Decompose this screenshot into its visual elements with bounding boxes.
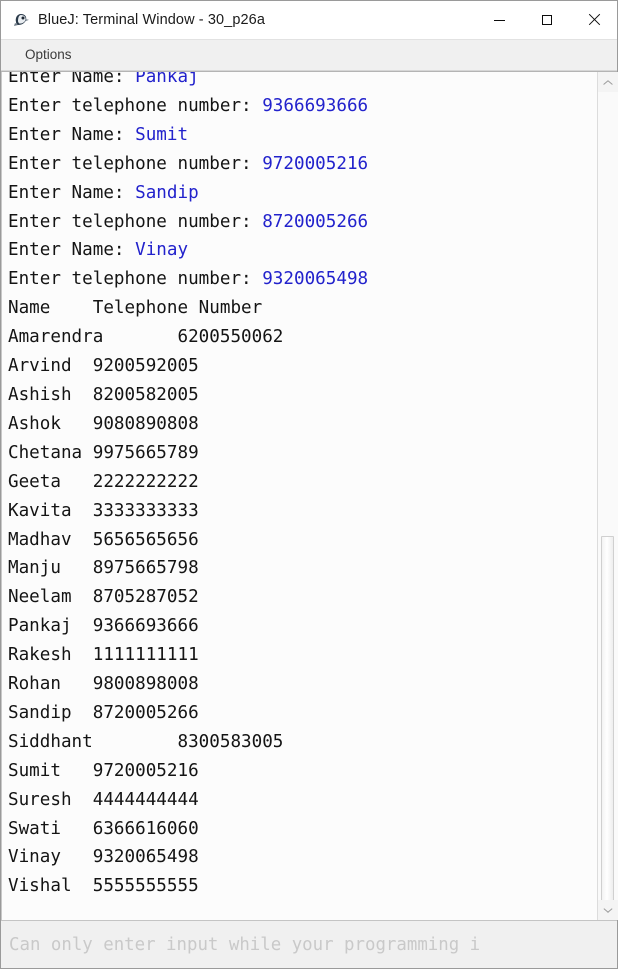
terminal-prompt: Enter Name: (8, 182, 136, 203)
table-row: Ashok 9080890808 (8, 413, 199, 434)
table-row: Rohan 9800898008 (8, 674, 199, 695)
scrollbar-track[interactable] (598, 92, 618, 908)
table-row: Manju 8975665798 (8, 558, 199, 579)
terminal-lines: Enter Name: Pankaj Enter telephone number… (8, 72, 597, 901)
table-row: Siddhant 8300583005 (8, 731, 284, 752)
minimize-button[interactable] (476, 1, 523, 39)
table-row: Kavita 3333333333 (8, 500, 199, 521)
terminal-user-input: Sandip (135, 182, 199, 203)
terminal-prompt: Enter telephone number: (8, 153, 263, 174)
window-title: BlueJ: Terminal Window - 30_p26a (38, 12, 265, 28)
table-header-row: Name Telephone Number (8, 298, 263, 319)
terminal-prompt: Enter telephone number: (8, 211, 263, 232)
terminal-prompt: Enter Name: (8, 72, 136, 87)
terminal-output[interactable]: Enter Name: Pankaj Enter telephone number… (1, 72, 597, 920)
table-row: Neelam 8705287052 (8, 587, 199, 608)
status-bar: Can only enter input while your programm… (1, 920, 617, 968)
terminal-user-input: Vinay (135, 240, 189, 261)
terminal-user-input: 9720005216 (262, 153, 369, 174)
terminal-prompt: Enter Name: (8, 124, 136, 145)
terminal-prompt: Enter Name: (8, 240, 136, 261)
table-row: Sumit 9720005216 (8, 760, 199, 781)
terminal-user-input: 9320065498 (262, 269, 369, 290)
table-row: Ashish 8200582005 (8, 384, 199, 405)
menu-item-options[interactable]: Options (16, 44, 81, 66)
terminal-user-input: Pankaj (135, 72, 199, 87)
table-row: Arvind 9200592005 (8, 356, 199, 377)
scroll-up-button[interactable] (598, 72, 618, 92)
chevron-up-icon (604, 80, 612, 85)
table-row: Chetana 9975665789 (8, 442, 199, 463)
terminal-window: BlueJ: Terminal Window - 30_p26a Options… (0, 0, 618, 969)
terminal-line: Enter telephone number: 9366693666 (8, 92, 597, 121)
close-button[interactable] (570, 1, 617, 39)
minimize-icon (494, 19, 505, 21)
terminal-prompt: Enter telephone number: (8, 269, 263, 290)
terminal-line: Enter telephone number: 9720005216 (8, 150, 597, 179)
terminal-line: Enter Name: Sandip (8, 179, 597, 208)
table-row: Rakesh 1111111111 (8, 645, 199, 666)
table-row: Pankaj 9366693666 (8, 616, 199, 637)
table-row: Vinay 9320065498 (8, 847, 199, 868)
scroll-down-button[interactable] (598, 900, 618, 920)
title-bar: BlueJ: Terminal Window - 30_p26a (1, 1, 617, 40)
scrollbar-thumb[interactable] (601, 536, 614, 908)
table-row: Suresh 4444444444 (8, 789, 199, 810)
table-row: Sandip 8720005266 (8, 702, 199, 723)
terminal-line: Enter telephone number: 8720005266 (8, 208, 597, 237)
terminal-prompt: Enter telephone number: (8, 95, 263, 116)
maximize-icon (541, 15, 552, 25)
maximize-button[interactable] (523, 1, 570, 39)
chevron-down-icon (604, 908, 612, 913)
bluej-penguin-icon (12, 11, 30, 29)
terminal-line: Enter telephone number: 9320065498 (8, 265, 597, 294)
terminal-user-input: 8720005266 (262, 211, 369, 232)
terminal-user-input: Sumit (135, 124, 189, 145)
terminal-line: Enter Name: Pankaj (8, 72, 597, 92)
vertical-scrollbar[interactable] (597, 72, 618, 920)
table-row: Geeta 2222222222 (8, 471, 199, 492)
terminal-area: Enter Name: Pankaj Enter telephone number… (1, 71, 618, 920)
close-icon (588, 14, 600, 26)
menu-bar: Options (1, 40, 617, 71)
table-row: Swati 6366616060 (8, 818, 199, 839)
terminal-line: Enter Name: Vinay (8, 236, 597, 265)
table-row: Vishal 5555555555 (8, 876, 199, 897)
window-controls (476, 1, 617, 39)
terminal-line: Enter Name: Sumit (8, 121, 597, 150)
status-message: Can only enter input while your programm… (9, 934, 481, 955)
table-row: Amarendra 6200550062 (8, 327, 284, 348)
table-row: Madhav 5656565656 (8, 529, 199, 550)
terminal-user-input: 9366693666 (262, 95, 369, 116)
